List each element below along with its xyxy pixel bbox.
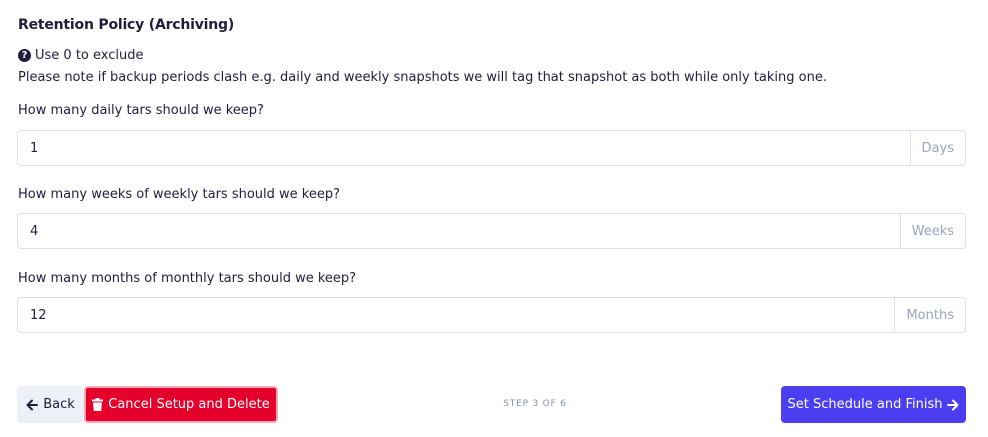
arrow-left-icon [26,399,39,411]
daily-tars-input[interactable] [18,131,910,165]
weekly-tars-label: How many weeks of weekly tars should we … [18,187,340,202]
monthly-tars-group: Months [17,297,966,333]
step-indicator: STEP 3 OF 6 [503,399,567,409]
monthly-unit-addon: Months [894,298,965,332]
weekly-unit-addon: Weeks [899,214,965,248]
arrow-right-icon [947,399,959,411]
back-label: Back [43,397,75,412]
section-title: Retention Policy (Archiving) [18,17,235,33]
finish-button[interactable]: Set Schedule and Finish [781,386,966,423]
daily-unit-addon: Days [909,131,965,165]
finish-label: Set Schedule and Finish [787,397,943,412]
hint-line: ? Use 0 to exclude [18,48,144,63]
monthly-tars-label: How many months of monthly tars should w… [18,271,357,286]
cancel-label: Cancel Setup and Delete [108,397,270,412]
question-circle-icon: ? [18,49,31,62]
back-button[interactable]: Back [17,386,84,423]
daily-tars-label: How many daily tars should we keep? [18,103,264,118]
weekly-tars-group: Weeks [17,213,966,249]
hint-text: Use 0 to exclude [35,48,144,63]
cancel-setup-button[interactable]: Cancel Setup and Delete [84,386,278,423]
trash-icon [92,398,104,411]
weekly-tars-input[interactable] [18,214,900,248]
monthly-tars-input[interactable] [18,298,895,332]
clash-note: Please note if backup periods clash e.g.… [18,70,827,85]
daily-tars-group: Days [17,130,966,166]
